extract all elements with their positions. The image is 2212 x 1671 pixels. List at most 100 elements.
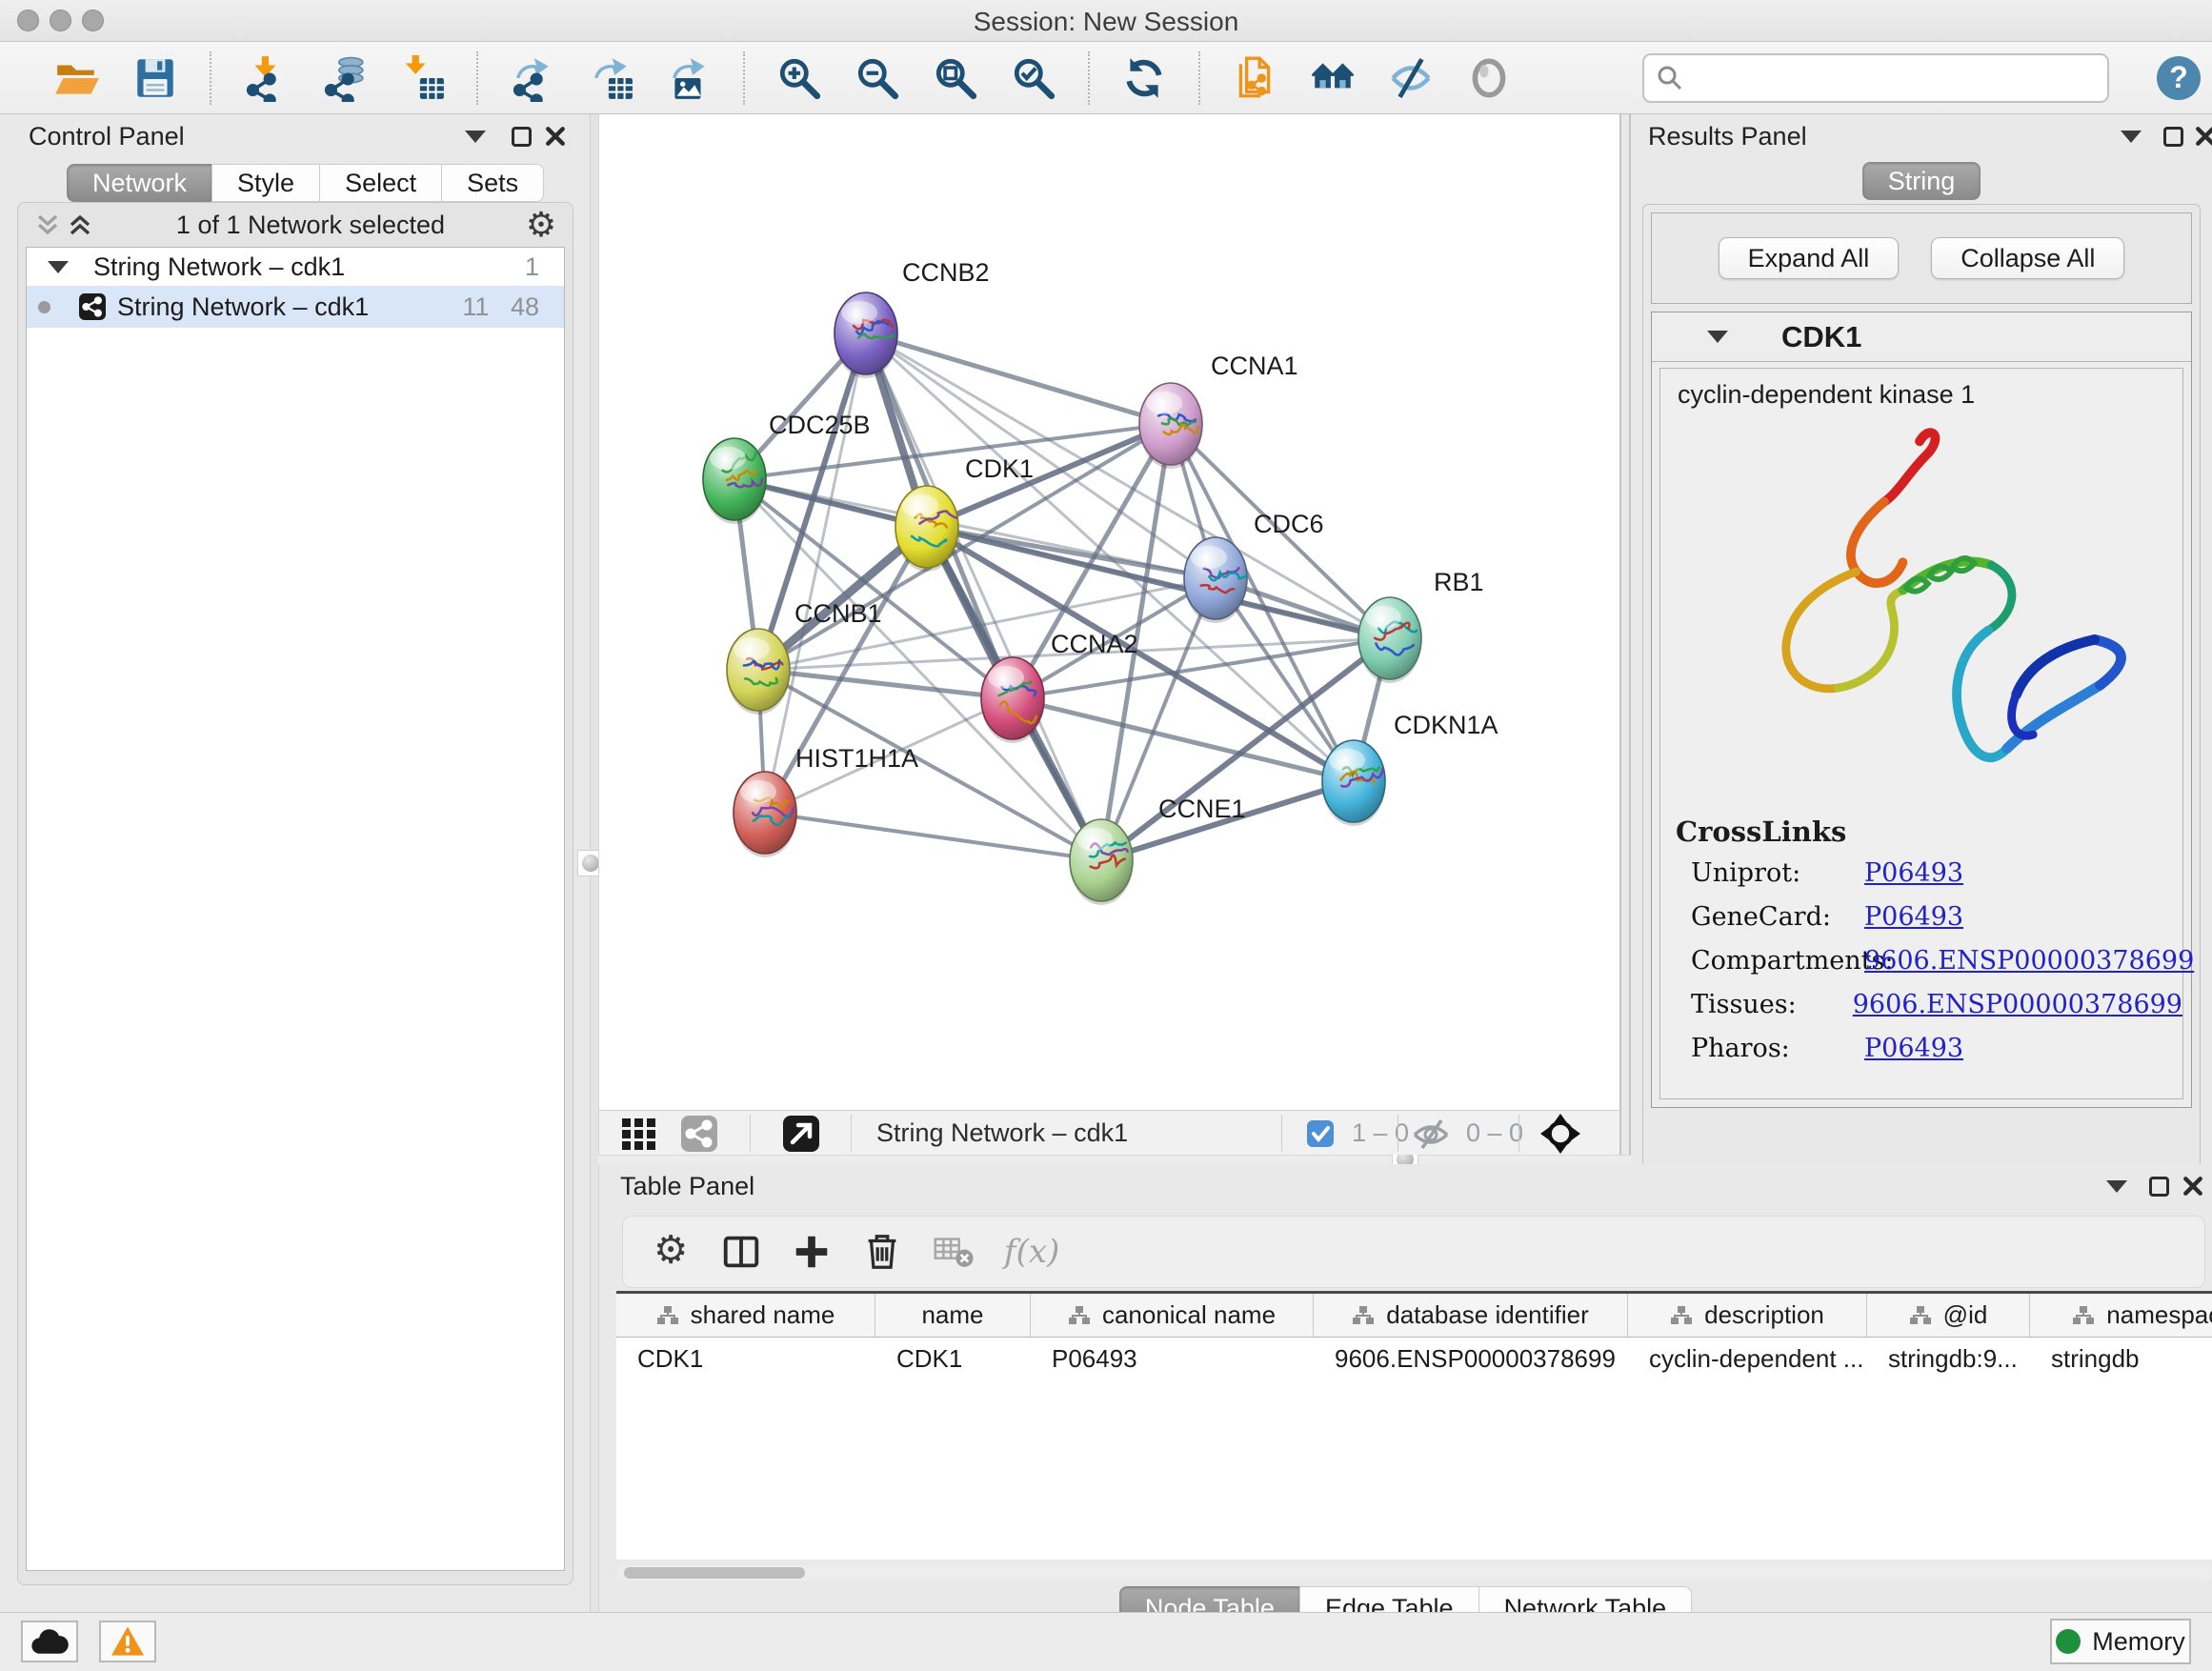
show-columns-icon[interactable] (716, 1227, 766, 1277)
function-builder-icon[interactable]: f(x) (1004, 1233, 1059, 1271)
results-panel-menu-icon[interactable] (2115, 120, 2147, 152)
column-header-@id[interactable]: @id (1867, 1294, 2030, 1337)
zoom-out-icon[interactable] (852, 52, 903, 104)
import-table-from-file-icon[interactable] (396, 52, 448, 104)
zoom-in-icon[interactable] (774, 52, 825, 104)
node-CCNA2[interactable] (981, 657, 1044, 739)
cell-canonical-name[interactable]: P06493 (1031, 1338, 1314, 1379)
node-CDC25B[interactable] (703, 438, 766, 520)
edge-CCNB2-CCNE1[interactable] (866, 333, 1101, 860)
results-panel-close-icon[interactable] (2189, 120, 2212, 152)
table-row[interactable]: CDK1CDK1P064939606.ENSP00000378699cyclin… (616, 1338, 2212, 1379)
hidden-eye-slash-icon[interactable] (1411, 1117, 1451, 1150)
crosslink-link[interactable]: P06493 (1864, 856, 1963, 892)
scrollbar-thumb[interactable] (624, 1567, 805, 1579)
fit-content-crosshair-icon[interactable] (1540, 1117, 1580, 1150)
delete-columns-icon[interactable] (857, 1227, 907, 1277)
table-options-gear-icon[interactable]: ⚙ (646, 1227, 695, 1277)
cell-namespace[interactable]: stringdb (2030, 1338, 2212, 1379)
cell-@id[interactable]: stringdb:9... (1867, 1338, 2030, 1379)
string-home-icon[interactable] (1307, 52, 1358, 104)
column-header-canonical-name[interactable]: canonical name (1031, 1294, 1314, 1337)
network-options-gear-icon[interactable]: ⚙ (525, 209, 557, 241)
selected-checkbox-icon[interactable] (1306, 1117, 1335, 1150)
network-tree-row-collection[interactable]: String Network – cdk11 (27, 248, 564, 286)
collection-expander-icon[interactable] (48, 261, 69, 273)
table-panel-menu-icon[interactable] (2101, 1170, 2133, 1202)
network-share-icon[interactable] (681, 1117, 717, 1150)
results-panel-float-icon[interactable] (2157, 120, 2189, 152)
cell-database-identifier[interactable]: 9606.ENSP00000378699 (1314, 1338, 1628, 1379)
warnings-button[interactable] (99, 1621, 156, 1662)
collapse-entry-icon[interactable] (1707, 331, 1728, 343)
table-horizontal-scrollbar[interactable] (616, 1565, 2212, 1580)
node-HIST1H1A[interactable] (734, 772, 796, 854)
node-CCNE1[interactable] (1070, 819, 1133, 901)
crosslink-link[interactable]: P06493 (1864, 1031, 1963, 1067)
open-session-icon[interactable] (51, 52, 103, 104)
refresh-layout-icon[interactable] (1118, 52, 1170, 104)
table-panel-float-icon[interactable] (2142, 1170, 2175, 1202)
node-CCNB2[interactable] (835, 292, 897, 374)
cloud-button[interactable] (21, 1621, 78, 1662)
table-panel-close-icon[interactable] (2177, 1170, 2209, 1202)
memory-button[interactable]: Memory (2050, 1619, 2191, 1664)
edge-HIST1H1A-CCNE1[interactable] (765, 813, 1101, 860)
network-view-canvas[interactable]: CCNB2CCNA1CDC25BCDK1CDC6RB1CCNB1CCNA2CDK… (598, 114, 1619, 1110)
column-header-namespace[interactable]: namespace (2030, 1294, 2212, 1337)
tab-sets[interactable]: Sets (441, 164, 544, 202)
column-header-shared-name[interactable]: shared name (616, 1294, 875, 1337)
collapse-all-button[interactable]: Collapse All (1931, 237, 2124, 279)
expand-all-button[interactable]: Expand All (1719, 237, 1900, 279)
enhanced-labels-toggle-icon[interactable] (1385, 52, 1437, 104)
tab-select[interactable]: Select (319, 164, 442, 202)
network-tree-row-network[interactable]: String Network – cdk111 48 (27, 286, 564, 328)
cell-name[interactable]: CDK1 (875, 1338, 1031, 1379)
string-network-graph[interactable]: CCNB2CCNA1CDC25BCDK1CDC6RB1CCNB1CCNA2CDK… (599, 114, 1620, 1110)
export-image-icon[interactable] (663, 52, 714, 104)
delete-table-icon[interactable] (928, 1227, 977, 1277)
node-RB1[interactable] (1358, 597, 1421, 679)
crosslink-link[interactable]: P06493 (1864, 899, 1963, 936)
control-panel-close-icon[interactable] (539, 120, 572, 152)
collapse-all-networks-icon[interactable] (31, 209, 64, 241)
node-CCNB1[interactable] (727, 629, 790, 711)
save-session-icon[interactable] (130, 52, 181, 104)
control-panel-menu-icon[interactable] (459, 120, 492, 152)
cell-description[interactable]: cyclin-dependent ... (1628, 1338, 1867, 1379)
edge-CCNB2-CCNA1[interactable] (866, 333, 1171, 424)
export-network-icon[interactable] (507, 52, 558, 104)
tab-style[interactable]: Style (211, 164, 320, 202)
edge-CCNB1-CCNA2[interactable] (758, 670, 1013, 698)
import-network-from-file-icon[interactable] (240, 52, 292, 104)
help-button[interactable]: ? (2157, 56, 2201, 100)
tab-network[interactable]: Network (67, 164, 212, 202)
create-column-icon[interactable] (787, 1227, 836, 1277)
node-CCNA1[interactable] (1139, 383, 1202, 465)
open-in-new-window-icon[interactable] (783, 1117, 819, 1150)
node-details-header[interactable]: CDK1 (1652, 312, 2191, 362)
edge-CCNB2-RB1[interactable] (866, 333, 1390, 638)
node-CDC6[interactable] (1184, 537, 1247, 619)
expand-all-networks-icon[interactable] (64, 209, 96, 241)
zoom-fit-icon[interactable] (930, 52, 981, 104)
column-header-database-identifier[interactable]: database identifier (1314, 1294, 1628, 1337)
zoom-selected-icon[interactable] (1008, 52, 1059, 104)
column-header-description[interactable]: description (1628, 1294, 1867, 1337)
node-CDKN1A[interactable] (1322, 740, 1385, 822)
left-splitter[interactable] (591, 114, 598, 1612)
crosslink-link[interactable]: 9606.ENSP00000378699 (1864, 943, 2194, 979)
edge-CCNA2-CDKN1A[interactable] (1013, 698, 1354, 781)
export-table-icon[interactable] (585, 52, 636, 104)
search-input[interactable] (1684, 57, 2107, 99)
right-splitter[interactable] (1619, 114, 1631, 1164)
birds-eye-view-icon[interactable] (620, 1117, 662, 1150)
control-panel-float-icon[interactable] (505, 120, 537, 152)
document-share-icon[interactable] (1229, 52, 1280, 104)
tab-string[interactable]: String (1862, 162, 1981, 200)
crosslink-link[interactable]: 9606.ENSP00000378699 (1853, 987, 2182, 1023)
structure-preview-toggle-icon[interactable] (1463, 52, 1515, 104)
node-CDK1[interactable] (895, 486, 958, 568)
column-header-name[interactable]: name (875, 1294, 1031, 1337)
import-network-from-database-icon[interactable] (318, 52, 370, 104)
